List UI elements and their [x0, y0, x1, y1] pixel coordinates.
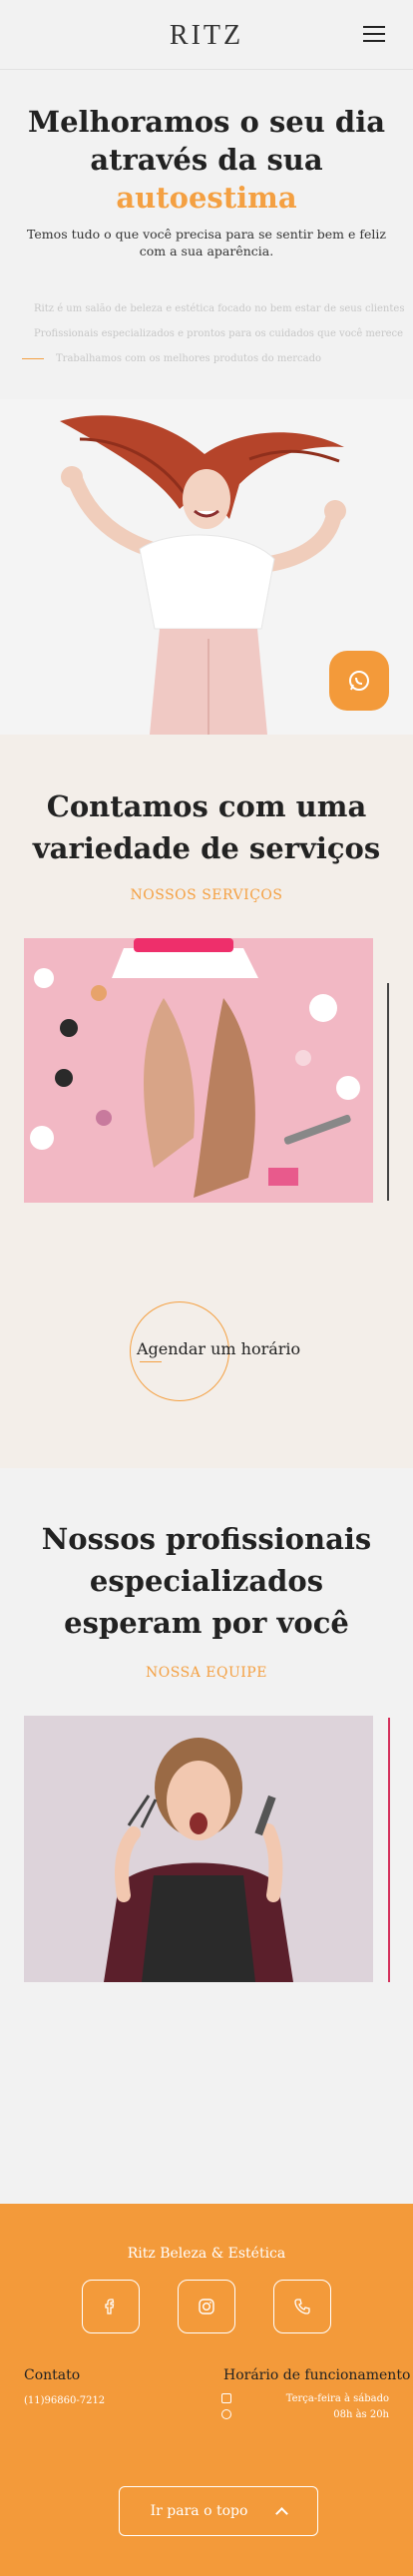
feature-text: Ritz é um salão de beleza e estética foc…: [34, 303, 405, 314]
hero-title-accent: autoestima: [116, 181, 297, 215]
carousel-next-edge: [387, 983, 389, 1201]
service-image-manicure[interactable]: [24, 938, 373, 1203]
instagram-button[interactable]: [178, 2280, 235, 2333]
list-item: Profissionais especializados e prontos p…: [22, 321, 404, 346]
team-image-hairdresser[interactable]: [24, 1716, 373, 1982]
schedule-underline: [140, 1361, 162, 1362]
back-to-top-label: Ir para o topo: [150, 2503, 248, 2519]
footer-brand: Ritz Beleza & Estética: [127, 2246, 286, 2262]
site-header: RITZ: [0, 0, 413, 70]
dash-icon: [22, 358, 44, 359]
feature-text: Trabalhamos com os melhores produtos do …: [56, 353, 322, 364]
contact-phone[interactable]: (11)96860-7212: [24, 2395, 105, 2406]
carousel-next-edge: [388, 1718, 390, 1982]
hero-title: Melhoramos o seu dia através da sua auto…: [20, 103, 393, 217]
chevron-up-icon: [275, 2507, 289, 2520]
services-subtitle: NOSSOS SERVIÇOS: [130, 887, 283, 903]
schedule-button[interactable]: Agendar um horário: [137, 1339, 300, 1358]
feature-list: Ritz é um salão de beleza e estética foc…: [22, 296, 405, 371]
phone-button[interactable]: [273, 2280, 331, 2333]
calendar-icon: [221, 2393, 231, 2403]
team-subtitle: NOSSA EQUIPE: [146, 1665, 267, 1681]
list-item: Ritz é um salão de beleza e estética foc…: [22, 296, 405, 321]
hamburger-menu-icon[interactable]: [363, 26, 385, 44]
clock-icon: [221, 2409, 231, 2419]
hours-time: 08h às 20h: [333, 2409, 389, 2420]
instagram-icon: [199, 2299, 214, 2315]
hero-title-text: Melhoramos o seu dia através da sua: [28, 105, 385, 177]
facebook-icon: [105, 2299, 115, 2315]
whatsapp-button[interactable]: [329, 651, 389, 711]
back-to-top-button[interactable]: Ir para o topo: [119, 2486, 318, 2536]
facebook-button[interactable]: [82, 2280, 140, 2333]
phone-icon: [294, 2299, 310, 2315]
whatsapp-icon: [349, 671, 369, 691]
feature-text: Profissionais especializados e prontos p…: [34, 328, 404, 339]
hours-days: Terça-feira à sábado: [285, 2393, 389, 2404]
logo[interactable]: RITZ: [0, 20, 413, 52]
contact-heading: Contato: [24, 2367, 81, 2383]
list-item: Trabalhamos com os melhores produtos do …: [22, 346, 401, 371]
services-title: Contamos com uma variedade de serviços: [32, 789, 381, 865]
team-title: Nossos profissionais especializados espe…: [41, 1522, 372, 1640]
hours-heading: Horário de funcionamento: [223, 2367, 411, 2383]
hero-subtitle: Temos tudo o que você precisa para se se…: [27, 227, 386, 258]
